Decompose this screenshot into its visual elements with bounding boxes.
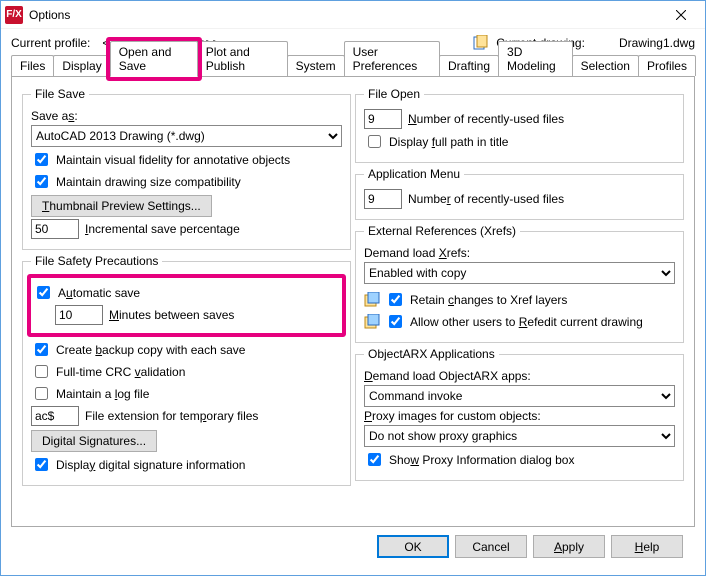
tab-system[interactable]: System [287, 55, 345, 76]
tab-page-open-and-save: File Save Save as: AutoCAD 2013 Drawing … [11, 77, 695, 527]
demand-load-arx-combo[interactable]: Command invoke [364, 385, 675, 407]
tab-open-and-save[interactable]: Open and Save [110, 41, 198, 77]
demand-load-xrefs-combo[interactable]: Enabled with copy [364, 262, 675, 284]
crc-validation-label: Full-time CRC validation [56, 365, 185, 379]
tab-selection[interactable]: Selection [572, 55, 639, 76]
app-icon: F/X [5, 6, 23, 24]
tab-drafting[interactable]: Drafting [439, 55, 499, 76]
maintain-compat-label: Maintain drawing size compatibility [56, 175, 241, 189]
create-backup-checkbox[interactable] [35, 343, 48, 356]
demand-load-xrefs-label: Demand load Xrefs: [364, 246, 470, 260]
digital-signatures-button[interactable]: Digital Signatures... [31, 430, 157, 452]
xref-layers-icon [364, 292, 380, 308]
app-menu-recent-label: Number of recently-used files [408, 192, 564, 206]
allow-refedit-label: Allow other users to Refedit current dra… [410, 315, 643, 329]
current-drawing-value: Drawing1.dwg [619, 36, 695, 50]
display-signature-checkbox[interactable] [35, 458, 48, 471]
legend-xrefs: External References (Xrefs) [364, 224, 520, 238]
legend-application-menu: Application Menu [364, 167, 464, 181]
retain-xref-layers-checkbox[interactable] [389, 293, 402, 306]
display-full-path-checkbox[interactable] [368, 135, 381, 148]
group-xrefs: External References (Xrefs) Demand load … [355, 224, 684, 343]
proxy-images-combo[interactable]: Do not show proxy graphics [364, 425, 675, 447]
thumbnail-preview-button[interactable]: Thumbnail Preview Settings... [31, 195, 212, 217]
incremental-save-input[interactable] [31, 219, 79, 239]
current-profile-label: Current profile: [11, 36, 90, 50]
tab-plot-and-publish[interactable]: Plot and Publish [197, 41, 288, 76]
maintain-compat-checkbox[interactable] [35, 175, 48, 188]
drawing-icon [472, 35, 488, 51]
help-button[interactable]: Help [611, 535, 683, 558]
legend-file-safety: File Safety Precautions [31, 254, 162, 268]
tab-strip: Files Display Open and Save Plot and Pub… [11, 55, 695, 77]
automatic-save-checkbox[interactable] [37, 286, 50, 299]
allow-refedit-checkbox[interactable] [389, 315, 402, 328]
display-full-path-label: Display full path in title [389, 135, 508, 149]
tab-files[interactable]: Files [11, 55, 54, 76]
retain-xref-layers-label: Retain changes to Xref layers [410, 293, 567, 307]
close-icon [676, 10, 686, 20]
title-bar: F/X Options [1, 1, 705, 29]
close-button[interactable] [663, 5, 699, 25]
show-proxy-dialog-checkbox[interactable] [368, 453, 381, 466]
proxy-images-label: Proxy images for custom objects: [364, 409, 541, 423]
group-file-save: File Save Save as: AutoCAD 2013 Drawing … [22, 87, 351, 250]
tab-profiles[interactable]: Profiles [638, 55, 696, 76]
ok-button[interactable]: OK [377, 535, 449, 558]
group-file-safety: File Safety Precautions Automatic save M… [22, 254, 351, 486]
app-menu-recent-input[interactable] [364, 189, 402, 209]
tab-user-preferences[interactable]: User Preferences [344, 41, 440, 76]
temp-file-ext-input[interactable] [31, 406, 79, 426]
group-objectarx: ObjectARX Applications Demand load Objec… [355, 347, 684, 481]
cancel-button[interactable]: Cancel [455, 535, 527, 558]
highlight-automatic-save: Automatic save Minutes between saves [27, 274, 346, 337]
maintain-log-label: Maintain a log file [56, 387, 149, 401]
minutes-between-saves-input[interactable] [55, 305, 103, 325]
minutes-between-saves-label: Minutes between saves [109, 308, 234, 322]
legend-objectarx: ObjectARX Applications [364, 347, 499, 361]
temp-file-ext-label: File extension for temporary files [85, 409, 258, 423]
refedit-icon [364, 314, 380, 330]
crc-validation-checkbox[interactable] [35, 365, 48, 378]
show-proxy-dialog-label: Show Proxy Information dialog box [389, 453, 574, 467]
legend-file-open: File Open [364, 87, 424, 101]
options-dialog: F/X Options Current profile: <<Unnamed P… [0, 0, 706, 576]
save-as-combo[interactable]: AutoCAD 2013 Drawing (*.dwg) [31, 125, 342, 147]
incremental-save-label: Incremental save percentage [85, 222, 240, 236]
automatic-save-label: Automatic save [58, 286, 140, 300]
create-backup-label: Create backup copy with each save [56, 343, 245, 357]
group-application-menu: Application Menu Number of recently-used… [355, 167, 684, 220]
file-open-recent-input[interactable] [364, 109, 402, 129]
demand-load-arx-label: Demand load ObjectARX apps: [364, 369, 531, 383]
tab-display[interactable]: Display [53, 55, 110, 76]
window-title: Options [29, 8, 70, 22]
file-open-recent-label: Number of recently-used files [408, 112, 564, 126]
legend-file-save: File Save [31, 87, 89, 101]
maintain-log-checkbox[interactable] [35, 387, 48, 400]
group-file-open: File Open Number of recently-used files … [355, 87, 684, 163]
maintain-annotative-label: Maintain visual fidelity for annotative … [56, 153, 290, 167]
maintain-annotative-checkbox[interactable] [35, 153, 48, 166]
tab-3d-modeling[interactable]: 3D Modeling [498, 41, 573, 76]
display-signature-label: Display digital signature information [56, 458, 245, 472]
dialog-button-row: OK Cancel Apply Help [11, 527, 695, 558]
apply-button[interactable]: Apply [533, 535, 605, 558]
save-as-label: Save as: [31, 109, 78, 123]
